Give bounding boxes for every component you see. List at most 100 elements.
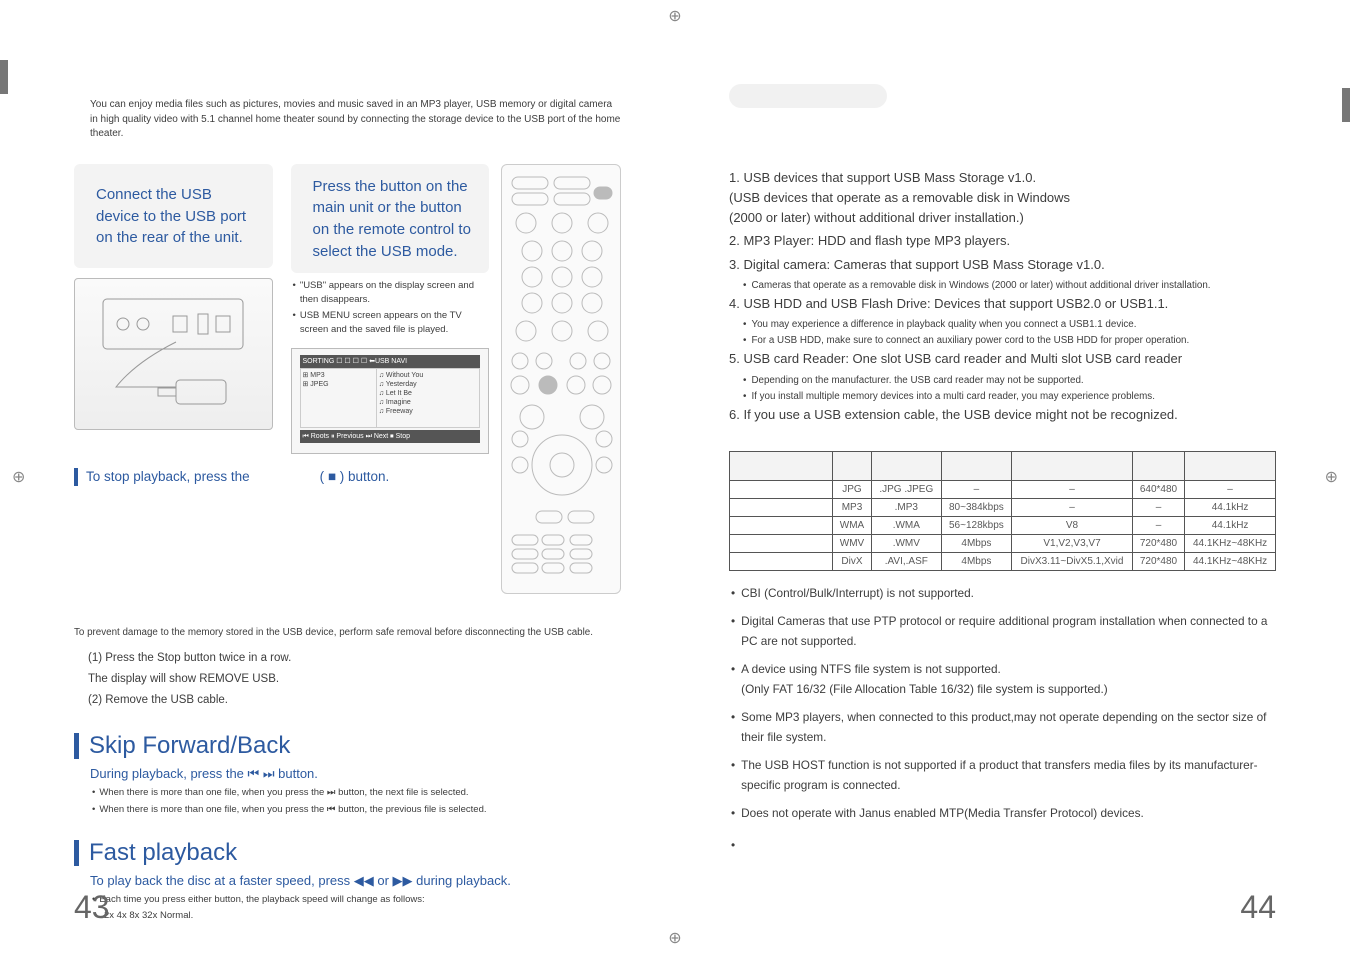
- table-cell: 720*480: [1132, 552, 1184, 570]
- nav-folder-1: ⊞ MP3: [303, 371, 374, 380]
- compat-subitem: If you install multiple memory devices i…: [743, 389, 1276, 404]
- compat-subitem: You may experience a difference in playb…: [743, 317, 1276, 332]
- step2-a: Press the: [313, 178, 376, 195]
- page-left: You can enjoy media files such as pictur…: [0, 0, 675, 954]
- table-cell: 44.1kHz: [1185, 498, 1276, 516]
- skip-bullet-1: When there is more than one file, when y…: [90, 786, 621, 800]
- table-cell: –: [1012, 480, 1133, 498]
- note-item: The USB HOST function is not supported i…: [729, 755, 1276, 795]
- rear-panel-diagram: [74, 278, 273, 430]
- right-tab: [1342, 88, 1350, 122]
- table-row: DivX.AVI,.ASF4MbpsDivX3.11~DivX5.1,Xvid7…: [730, 552, 1276, 570]
- page-number-left: 43: [74, 889, 110, 926]
- section-bar-icon: [74, 733, 79, 759]
- table-cell: .AVI,.ASF: [871, 552, 941, 570]
- section-fast-title: Fast playback: [89, 839, 237, 867]
- table-cell: .MP3: [871, 498, 941, 516]
- table-cell: –: [1012, 498, 1133, 516]
- nav-song-5: ♫ Freeway: [379, 407, 477, 416]
- table-cell: .JPG .JPEG: [871, 480, 941, 498]
- table-cell: V8: [1012, 516, 1133, 534]
- remote-icon: [502, 165, 620, 593]
- table-cell: 640*480: [1132, 480, 1184, 498]
- section-bar-icon: [74, 840, 79, 866]
- table-cell: .WMA: [871, 516, 941, 534]
- compat-item: 5. USB card Reader: One slot USB card re…: [729, 349, 1276, 369]
- step2-bullet-1: "USB" appears on the display screen and …: [291, 279, 490, 308]
- compat-subitem: Cameras that operate as a removable disk…: [743, 278, 1276, 293]
- stop-button-glyph: ( ■ ) button.: [320, 469, 390, 484]
- stop-line-a: To stop playback, press the: [86, 469, 250, 484]
- page-number-right: 44: [1240, 889, 1276, 926]
- table-cell: –: [1132, 516, 1184, 534]
- fast-bullet: Each time you press either button, the p…: [90, 893, 621, 907]
- section-pill: [729, 84, 887, 108]
- trailing-bullet: [729, 835, 1276, 855]
- restrictions-notes: CBI (Control/Bulk/Interrupt) is not supp…: [729, 583, 1276, 823]
- compat-item: 6. If you use a USB extension cable, the…: [729, 405, 1276, 425]
- note-item: Some MP3 players, when connected to this…: [729, 707, 1276, 747]
- table-cell: [730, 516, 833, 534]
- table-cell: V1,V2,V3,V7: [1012, 534, 1133, 552]
- table-cell: 4Mbps: [941, 552, 1012, 570]
- left-tab: [0, 60, 8, 94]
- compatibility-list: 1. USB devices that support USB Mass Sto…: [729, 168, 1276, 425]
- section-bar-icon: [74, 468, 78, 486]
- table-cell: –: [1185, 480, 1276, 498]
- format-support-table: JPG.JPG .JPEG––640*480–MP3.MP380~384kbps…: [729, 451, 1276, 571]
- note-item: A device using NTFS file system is not s…: [729, 659, 1276, 699]
- th-blank-3: [941, 451, 1012, 480]
- compat-item: 3. Digital camera: Cameras that support …: [729, 255, 1276, 275]
- table-cell: 56~128kbps: [941, 516, 1012, 534]
- safe-step-1: (1) Press the Stop button twice in a row…: [88, 648, 621, 689]
- remote-control-diagram: [501, 164, 621, 594]
- table-cell: WMA: [833, 516, 872, 534]
- table-cell: DivX: [833, 552, 872, 570]
- compat-item: 2. MP3 Player: HDD and flash type MP3 pl…: [729, 231, 1276, 251]
- table-row: MP3.MP380~384kbps––44.1kHz: [730, 498, 1276, 516]
- section-skip-title: Skip Forward/Back: [89, 732, 290, 760]
- nav-song-4: ♫ Imagine: [379, 398, 477, 407]
- step1-text: Connect the USB device to the USB port o…: [96, 184, 259, 249]
- nav-song-2: ♫ Yesterday: [379, 380, 477, 389]
- table-cell: 44.1KHz~48KHz: [1185, 534, 1276, 552]
- table-row: WMV.WMV4MbpsV1,V2,V3,V7720*48044.1KHz~48…: [730, 534, 1276, 552]
- compat-subitem: Depending on the manufacturer. the USB c…: [743, 373, 1276, 388]
- table-cell: MP3: [833, 498, 872, 516]
- step2-bullet-2: USB MENU screen appears on the TV screen…: [291, 309, 490, 338]
- page-right: 1. USB devices that support USB Mass Sto…: [675, 0, 1350, 954]
- usb-connection-icon: [98, 294, 248, 414]
- compat-item: 4. USB HDD and USB Flash Drive: Devices …: [729, 294, 1276, 314]
- table-cell: –: [941, 480, 1012, 498]
- table-cell: 44.1KHz~48KHz: [1185, 552, 1276, 570]
- safe-step-2: (2) Remove the USB cable.: [88, 690, 621, 711]
- usb-menu-screen: SORTING ☐ ☐ ☐ ☐ ⬅USB NAVI ⊞ MP3 ⊞ JPEG ♫…: [291, 348, 490, 454]
- skip-bullet-2: When there is more than one file, when y…: [90, 803, 621, 817]
- table-cell: –: [1132, 498, 1184, 516]
- note-item: Digital Cameras that use PTP protocol or…: [729, 611, 1276, 651]
- table-cell: JPG: [833, 480, 872, 498]
- table-cell: .WMV: [871, 534, 941, 552]
- compat-subitem: For a USB HDD, make sure to connect an a…: [743, 333, 1276, 348]
- fast-rates: 2x 4x 8x 32x Normal.: [104, 909, 621, 923]
- table-row: JPG.JPG .JPEG––640*480–: [730, 480, 1276, 498]
- step-1: Connect the USB device to the USB port o…: [74, 164, 273, 454]
- th-blank-2: [871, 451, 941, 480]
- table-cell: [730, 498, 833, 516]
- table-cell: 80~384kbps: [941, 498, 1012, 516]
- step-2: Press the button on the main unit or the…: [291, 164, 490, 454]
- table-cell: 4Mbps: [941, 534, 1012, 552]
- compat-item: 1. USB devices that support USB Mass Sto…: [729, 168, 1276, 228]
- th-blank-5: [1132, 451, 1184, 480]
- table-cell: [730, 480, 833, 498]
- safe-remove-note: To prevent damage to the memory stored i…: [74, 626, 621, 641]
- nav-song-3: ♫ Let It Be: [379, 389, 477, 398]
- th-blank-0: [730, 451, 833, 480]
- nav-folder-2: ⊞ JPEG: [303, 380, 374, 389]
- table-cell: 44.1kHz: [1185, 516, 1276, 534]
- table-cell: [730, 552, 833, 570]
- th-blank-6: [1185, 451, 1276, 480]
- nav-song-1: ♫ Without You: [379, 371, 477, 380]
- skip-blue-line: During playback, press the ⏮ ⏭ button.: [90, 766, 621, 782]
- table-cell: DivX3.11~DivX5.1,Xvid: [1012, 552, 1133, 570]
